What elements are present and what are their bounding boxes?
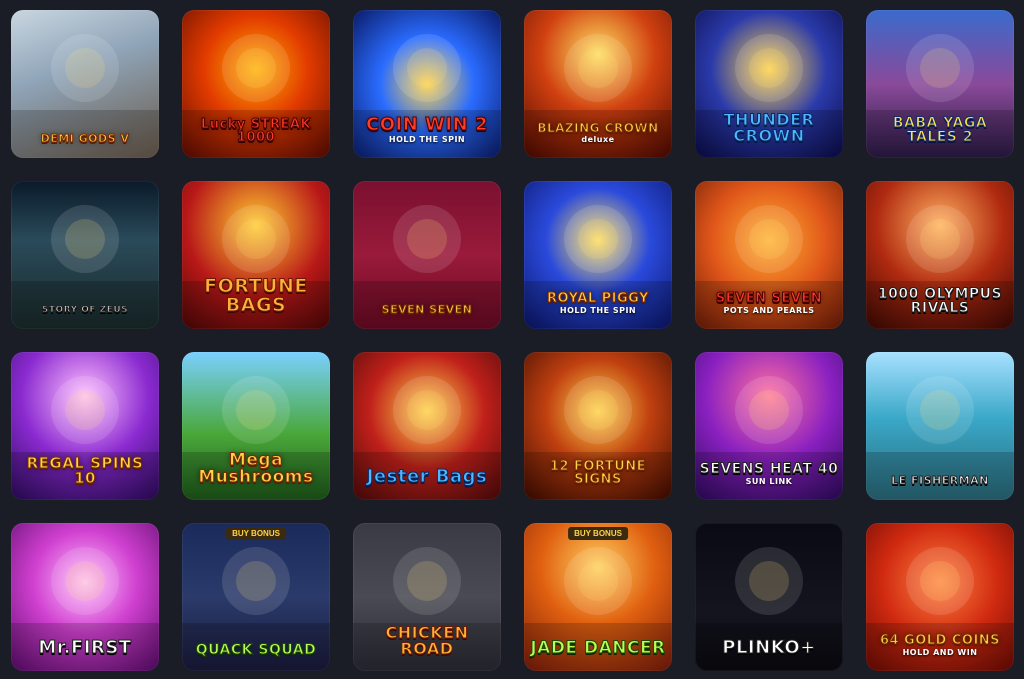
game-title: 12 FORTUNE SIGNS (528, 459, 668, 487)
game-tile-mega-mushrooms[interactable]: Mega Mushrooms (182, 352, 330, 500)
game-tile-olympus-rivals[interactable]: 1000 OLYMPUS RIVALS (866, 181, 1014, 329)
game-title-text: Mr.FIRST (38, 637, 132, 658)
game-title: Mega Mushrooms (186, 450, 326, 487)
game-title: SEVEN SEVEN (357, 303, 497, 316)
game-tile-blazing-crown[interactable]: BLAZING CROWN deluxe (524, 10, 672, 158)
game-tile-quack-squad[interactable]: BUY BONUS QUACK SQUAD (182, 523, 330, 671)
game-title-text: DEMI GODS V (40, 132, 130, 145)
game-title: THUNDER CROWN (699, 110, 839, 145)
game-title-text: THUNDER CROWN (723, 110, 815, 145)
buy-bonus-badge: BUY BONUS (226, 527, 286, 540)
game-title-text: 1000 OLYMPUS RIVALS (877, 286, 1003, 316)
game-title-text: SEVEN SEVEN (381, 303, 473, 316)
game-title: Lucky STREAK 1000 (186, 117, 326, 145)
game-tile-royal-piggy[interactable]: ROYAL PIGGY HOLD THE SPIN (524, 181, 672, 329)
game-title: BLAZING CROWN deluxe (528, 122, 668, 144)
game-title-text: ROYAL PIGGY (547, 291, 649, 306)
game-title-text: Jester Bags (366, 466, 488, 487)
game-title: SEVEN SEVEN POTS AND PEARLS (699, 292, 839, 315)
game-tile-plinko[interactable]: PLINKO+ (695, 523, 843, 671)
game-grid: DEMI GODS V Lucky STREAK 1000 COIN WIN 2 HO… (11, 10, 1014, 671)
buy-bonus-badge: BUY BONUS (568, 527, 628, 540)
game-title-text: STORY OF ZEUS (41, 305, 129, 315)
game-tile-lucky-streak[interactable]: Lucky STREAK 1000 (182, 10, 330, 158)
game-tile-seven-seven[interactable]: SEVEN SEVEN (353, 181, 501, 329)
game-title: LE FISHERMAN (870, 474, 1010, 487)
game-title-text: Lucky STREAK 1000 (200, 117, 312, 145)
game-subtitle: SUN LINK (745, 477, 793, 486)
game-subtitle: HOLD THE SPIN (559, 306, 637, 315)
game-title-text: JADE DANCER (530, 638, 666, 658)
game-tile-jester-bags[interactable]: Jester Bags (353, 352, 501, 500)
game-tile-coin-win-2[interactable]: COIN WIN 2 HOLD THE SPIN (353, 10, 501, 158)
game-tile-demi-gods[interactable]: DEMI GODS V (11, 10, 159, 158)
game-tile-story-of-zeus[interactable]: STORY OF ZEUS (11, 181, 159, 329)
game-tile-chicken-road[interactable]: CHICKEN ROAD (353, 523, 501, 671)
game-title: FORTUNE BAGS (186, 275, 326, 316)
game-title: Jester Bags (357, 466, 497, 487)
game-title-text: 12 FORTUNE SIGNS (549, 459, 647, 487)
game-title: 64 GOLD COINS HOLD AND WIN (870, 634, 1010, 657)
game-tile-regal-spins[interactable]: REGAL SPINS 10 (11, 352, 159, 500)
game-tile-baba-yaga[interactable]: BABA YAGA TALES 2 (866, 10, 1014, 158)
game-title-text: COIN WIN 2 (366, 114, 488, 135)
game-title-text: LE FISHERMAN (891, 474, 989, 487)
game-title: SEVENS HEAT 40 SUN LINK (699, 462, 839, 486)
game-tile-fortune-bags[interactable]: FORTUNE BAGS (182, 181, 330, 329)
game-subtitle: HOLD THE SPIN (388, 135, 466, 144)
game-title-text: QUACK SQUAD (195, 642, 317, 658)
game-title: STORY OF ZEUS (15, 305, 155, 315)
game-tile-le-fisherman[interactable]: LE FISHERMAN (866, 352, 1014, 500)
game-title: 1000 OLYMPUS RIVALS (870, 286, 1010, 316)
game-title: QUACK SQUAD (186, 642, 326, 658)
game-tile-mr-first[interactable]: Mr.FIRST (11, 523, 159, 671)
game-title-text: SEVEN SEVEN (715, 291, 823, 306)
game-title-text: BABA YAGA TALES 2 (892, 115, 988, 145)
game-tile-thunder-crown[interactable]: THUNDER CROWN (695, 10, 843, 158)
game-title-text: 64 GOLD COINS (879, 633, 1001, 648)
game-tile-sevens-heat[interactable]: SEVENS HEAT 40 SUN LINK (695, 352, 843, 500)
game-title: COIN WIN 2 HOLD THE SPIN (357, 114, 497, 144)
game-tile-jade-dancer[interactable]: BUY BONUS JADE DANCER (524, 523, 672, 671)
game-title-text: Mega Mushrooms (198, 450, 314, 487)
game-tile-seven-seven-pots[interactable]: SEVEN SEVEN POTS AND PEARLS (695, 181, 843, 329)
game-title-text: FORTUNE BAGS (204, 275, 308, 316)
game-title: CHICKEN ROAD (357, 623, 497, 658)
game-title: PLINKO+ (699, 637, 839, 658)
game-subtitle: POTS AND PEARLS (723, 306, 815, 315)
game-subtitle: deluxe (581, 135, 615, 144)
game-title-text: SEVENS HEAT 40 (699, 461, 839, 477)
game-title-text: CHICKEN ROAD (385, 623, 469, 658)
game-tile-fortune-signs[interactable]: 12 FORTUNE SIGNS (524, 352, 672, 500)
game-title: REGAL SPINS 10 (15, 454, 155, 487)
game-title-text: BLAZING CROWN (537, 121, 659, 135)
game-title-text: PLINKO+ (722, 637, 816, 658)
game-title: ROYAL PIGGY HOLD THE SPIN (528, 292, 668, 315)
game-title: DEMI GODS V (15, 132, 155, 145)
game-title: Mr.FIRST (15, 637, 155, 658)
game-tile-gold-coins[interactable]: 64 GOLD COINS HOLD AND WIN (866, 523, 1014, 671)
game-title: BABA YAGA TALES 2 (870, 115, 1010, 145)
game-subtitle: HOLD AND WIN (902, 648, 978, 657)
game-title: JADE DANCER (528, 638, 668, 658)
game-title-text: REGAL SPINS 10 (26, 454, 144, 487)
